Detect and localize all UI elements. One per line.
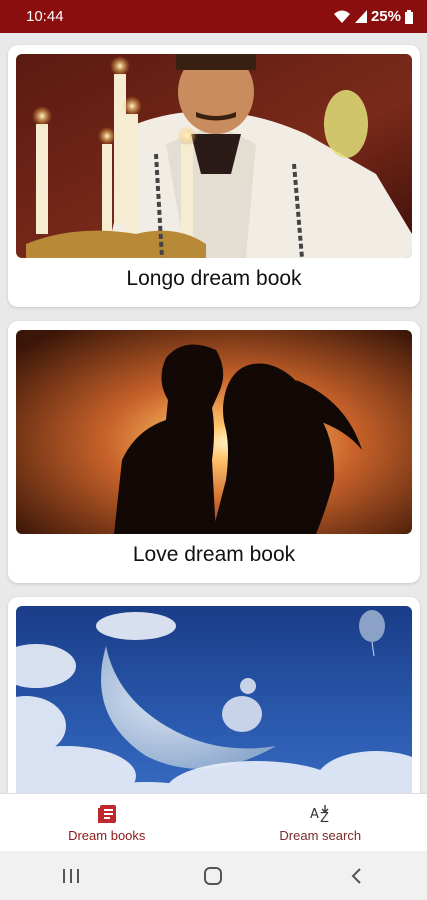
book-icon bbox=[96, 803, 118, 825]
nav-label-dream-books: Dream books bbox=[68, 828, 146, 843]
dream-book-card-3[interactable] bbox=[8, 597, 420, 793]
az-sort-icon: A Z bbox=[308, 803, 332, 825]
nav-dream-books[interactable]: Dream books bbox=[0, 794, 214, 852]
status-icons: 25% bbox=[333, 8, 413, 25]
svg-text:A: A bbox=[310, 807, 319, 822]
svg-text:Z: Z bbox=[320, 811, 329, 825]
wifi-icon bbox=[333, 10, 351, 24]
status-bar: 10:44 25% bbox=[0, 0, 427, 33]
battery-icon bbox=[405, 9, 413, 24]
nav-label-dream-search: Dream search bbox=[279, 828, 362, 843]
moon-clouds-night-image bbox=[16, 606, 412, 793]
bottom-navigation: Dream books A Z Dream search bbox=[0, 793, 427, 852]
couple-silhouette-sunset-image bbox=[16, 330, 412, 534]
battery-level: 25% bbox=[370, 8, 401, 25]
back-icon[interactable] bbox=[326, 856, 386, 896]
dream-book-card-love[interactable]: Love dream book bbox=[8, 321, 420, 583]
status-time: 10:44 bbox=[26, 8, 64, 25]
dream-book-list[interactable]: Longo dream book Love dream book bbox=[0, 33, 427, 793]
system-navigation-bar bbox=[0, 851, 427, 900]
nav-dream-search[interactable]: A Z Dream search bbox=[214, 794, 427, 852]
dream-book-card-longo[interactable]: Longo dream book bbox=[8, 45, 420, 307]
recent-apps-icon[interactable] bbox=[41, 856, 101, 896]
magician-with-candles-image bbox=[16, 54, 412, 258]
signal-icon bbox=[354, 10, 367, 23]
card-title: Love dream book bbox=[132, 543, 296, 566]
home-icon[interactable] bbox=[183, 856, 243, 896]
card-title: Longo dream book bbox=[126, 267, 302, 290]
